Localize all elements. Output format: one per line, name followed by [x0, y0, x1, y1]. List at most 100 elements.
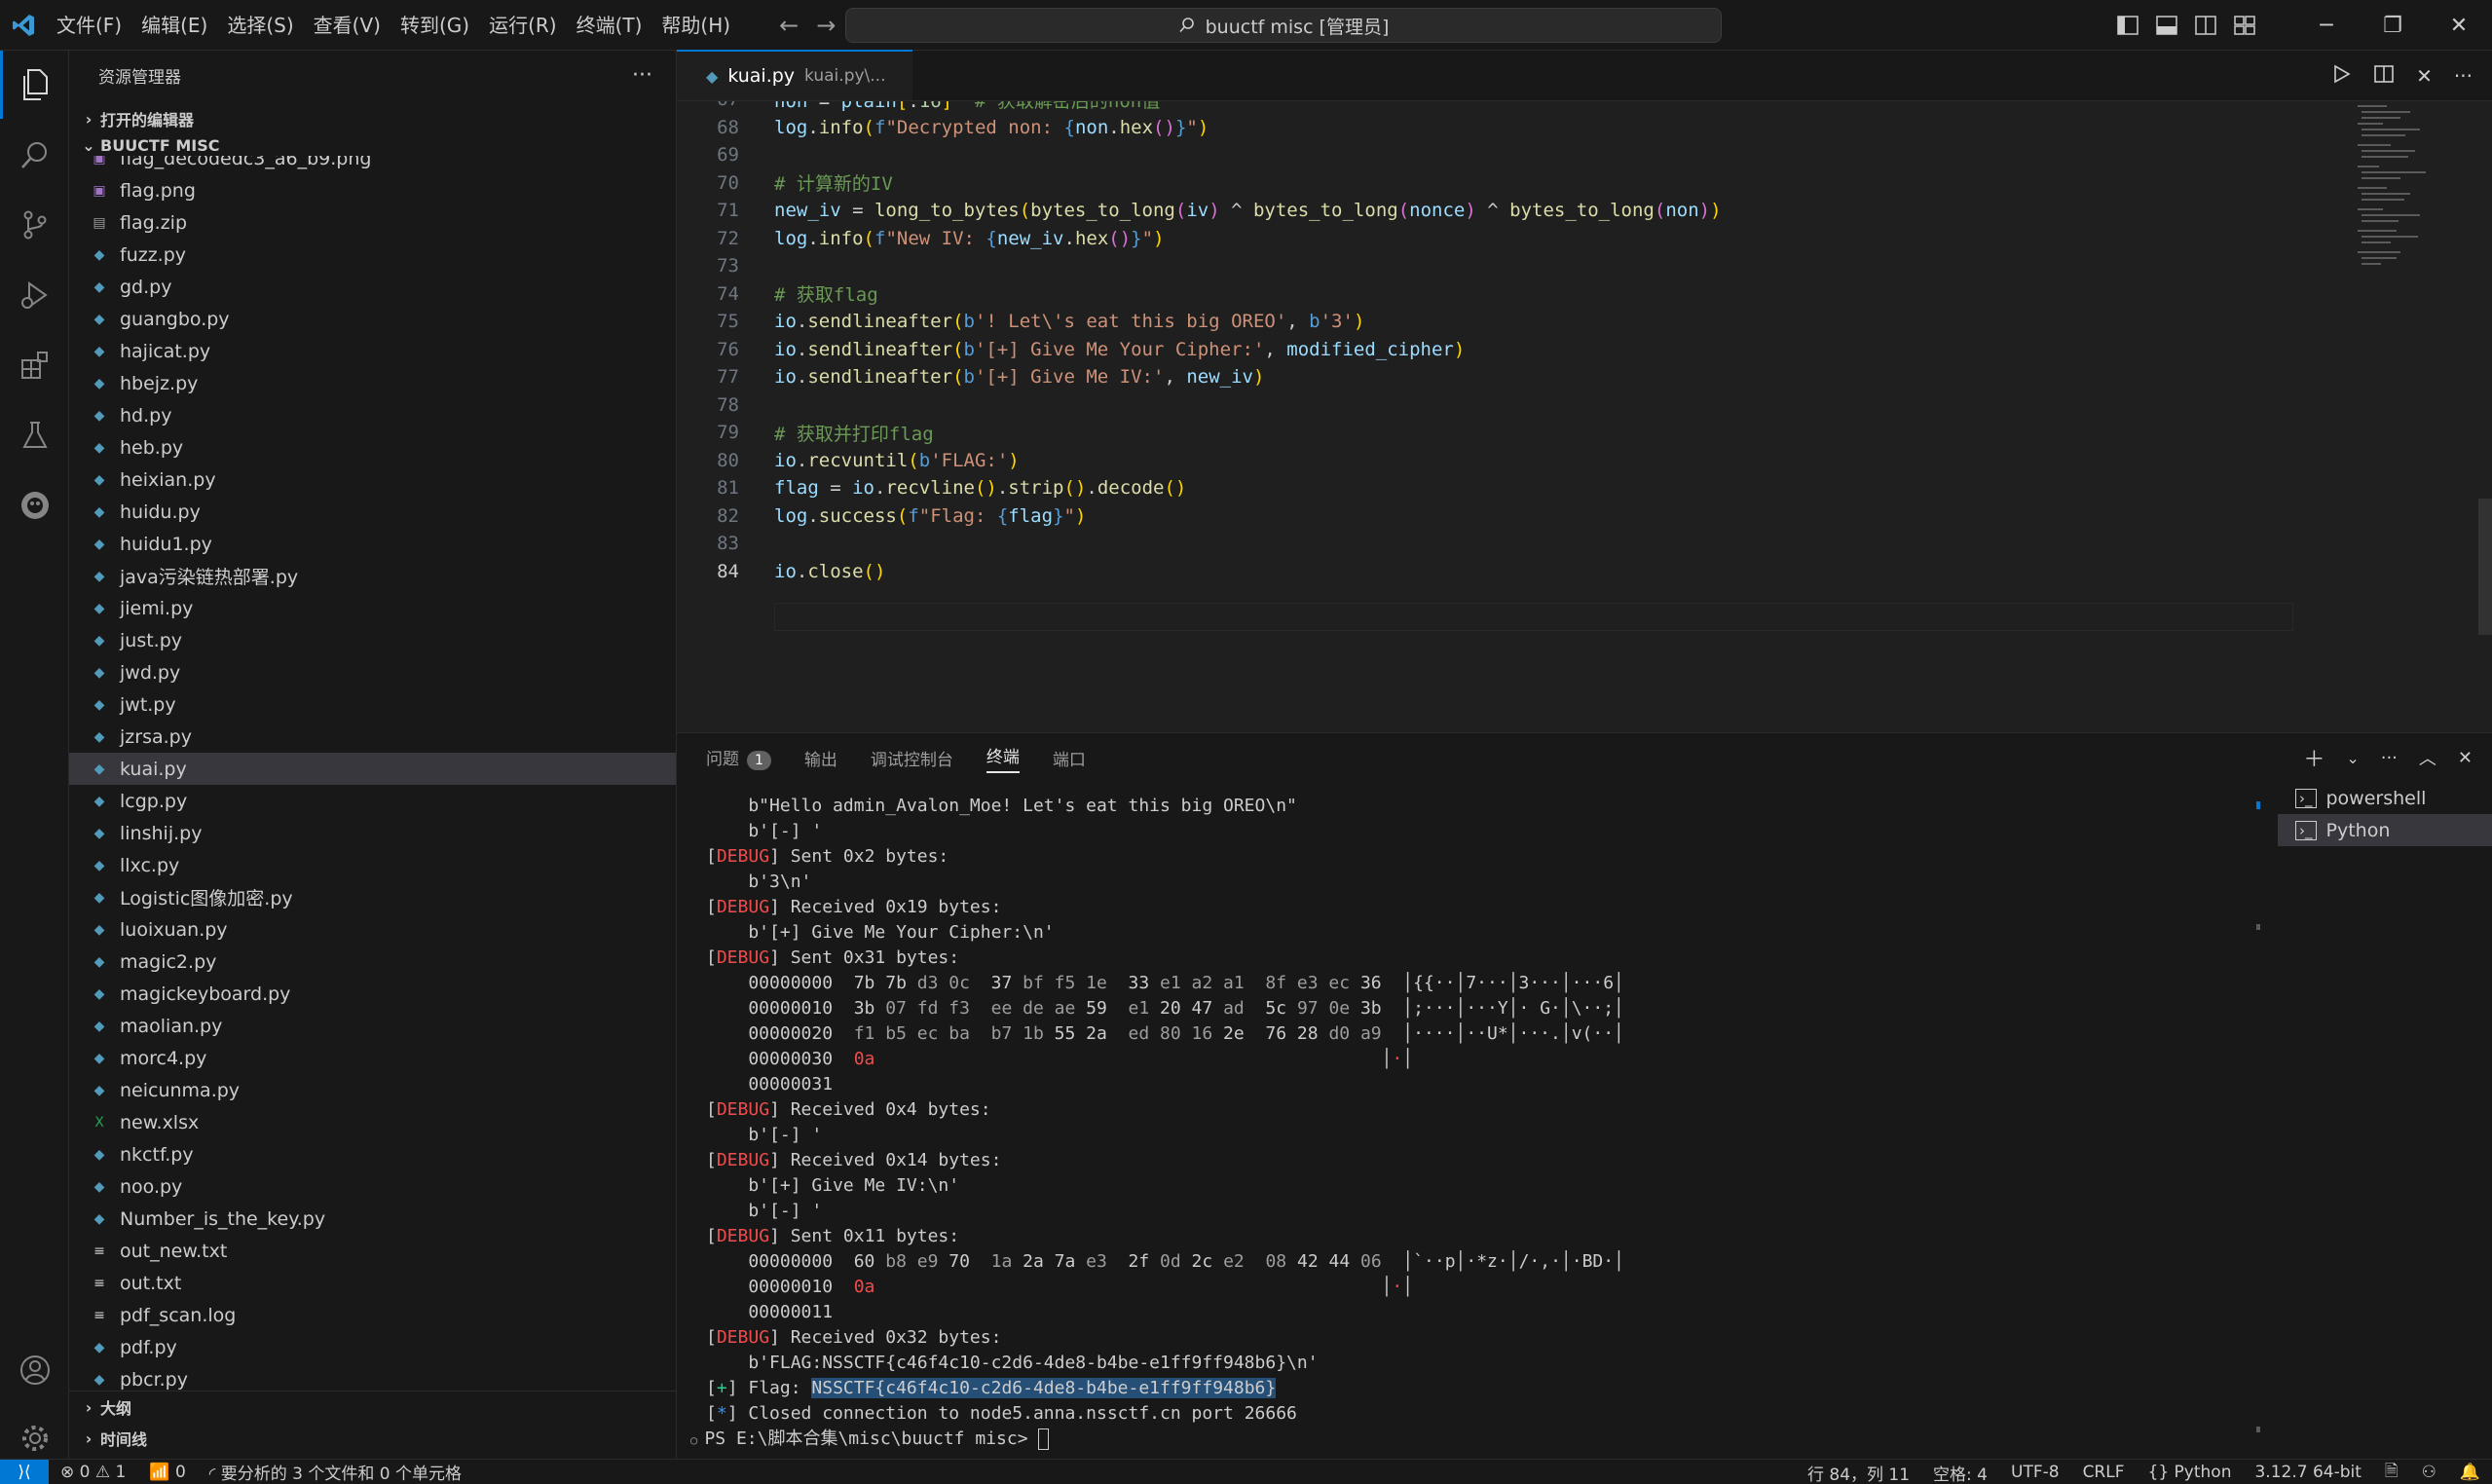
problems-status[interactable]: ⊗ 0 ⚠ 1: [49, 1463, 137, 1482]
copilot-icon[interactable]: ⚇: [2410, 1463, 2448, 1482]
terminal-output[interactable]: b"Hello admin_Avalon_Moe! Let's eat this…: [677, 794, 2254, 1460]
file-item[interactable]: ▤ flag.zip: [69, 206, 676, 239]
minimap[interactable]: [2356, 101, 2453, 315]
forward-arrow-icon[interactable]: →: [816, 12, 836, 39]
menu-file[interactable]: 文件(F): [47, 0, 131, 51]
terminal-scrollbar[interactable]: [2254, 794, 2262, 1456]
terminal-dropdown-icon[interactable]: ⌄: [2346, 749, 2359, 767]
file-item[interactable]: ≡ pdf_scan.log: [69, 1299, 676, 1331]
file-item[interactable]: Xnew.xlsx: [69, 1106, 676, 1138]
file-item[interactable]: ◆ gd.py: [69, 271, 676, 303]
split-editor-icon[interactable]: [2373, 63, 2395, 89]
tab-kuai-py[interactable]: ◆ kuai.py kuai.py\...: [677, 50, 913, 100]
terminal-item-powershell[interactable]: ›_ powershell: [2278, 782, 2492, 814]
file-item[interactable]: ◆ luoixuan.py: [69, 913, 676, 946]
notifications-bell-icon[interactable]: 🔔: [2448, 1463, 2492, 1482]
tab-debug-console[interactable]: 调试控制台: [871, 746, 953, 770]
file-item[interactable]: ◆ jzrsa.py: [69, 721, 676, 753]
extensions-icon[interactable]: [0, 331, 69, 399]
file-item[interactable]: ◆ guangbo.py: [69, 303, 676, 335]
file-item[interactable]: ◆ linshij.py: [69, 817, 676, 849]
search-view-icon[interactable]: [0, 121, 69, 189]
line-ending[interactable]: CRLF: [2071, 1463, 2137, 1482]
file-item[interactable]: ◆ magickeyboard.py: [69, 978, 676, 1010]
restore-icon[interactable]: ❐: [2360, 0, 2426, 51]
toggle-primary-sidebar-icon[interactable]: [2108, 0, 2147, 51]
menu-selection[interactable]: 选择(S): [217, 0, 303, 51]
ports-status[interactable]: 📶 0: [137, 1463, 197, 1482]
command-center-search[interactable]: buuctf misc [管理员]: [845, 8, 1722, 43]
file-item[interactable]: ◆ fuzz.py: [69, 239, 676, 271]
indentation[interactable]: 空格: 4: [1921, 1461, 1999, 1484]
timeline-section[interactable]: › 时间线: [69, 1423, 676, 1454]
tab-output[interactable]: 输出: [804, 746, 837, 770]
file-item[interactable]: ◆ jiemi.py: [69, 592, 676, 624]
file-item[interactable]: ◆ huidu.py: [69, 496, 676, 528]
menu-help[interactable]: 帮助(H): [651, 0, 740, 51]
remote-explorer-icon[interactable]: [0, 471, 69, 539]
file-item[interactable]: ≡ out.txt: [69, 1267, 676, 1299]
remote-indicator-icon[interactable]: ⟩⟨: [0, 1459, 49, 1484]
new-terminal-icon[interactable]: ＋: [2303, 742, 2325, 773]
file-item[interactable]: ◆ noo.py: [69, 1170, 676, 1203]
more-actions-icon[interactable]: ···: [2454, 64, 2473, 88]
menu-edit[interactable]: 编辑(E): [131, 0, 217, 51]
language-mode[interactable]: {} Python: [2137, 1463, 2244, 1482]
file-item[interactable]: ◆ nkctf.py: [69, 1138, 676, 1170]
tab-ports[interactable]: 端口: [1053, 746, 1086, 770]
menu-view[interactable]: 查看(V): [304, 0, 391, 51]
file-item[interactable]: ◆ heixian.py: [69, 464, 676, 496]
cursor-position[interactable]: 行 84，列 11: [1796, 1461, 1921, 1484]
file-item[interactable]: ◆ just.py: [69, 624, 676, 656]
outline-section[interactable]: › 大纲: [69, 1391, 676, 1423]
toggle-secondary-sidebar-icon[interactable]: [2186, 0, 2225, 51]
file-item[interactable]: ▣ flag.png: [69, 174, 676, 206]
code-editor[interactable]: 67 non = plain[:16] # 获取解密后的non值 68 log.inf…: [677, 101, 2352, 732]
file-item[interactable]: ◆ hbejz.py: [69, 367, 676, 399]
maximize-panel-icon[interactable]: ︿: [2419, 745, 2436, 770]
menu-go[interactable]: 转到(G): [391, 0, 479, 51]
back-arrow-icon[interactable]: ←: [779, 12, 799, 39]
close-window-icon[interactable]: ✕: [2426, 0, 2492, 51]
source-control-icon[interactable]: [0, 191, 69, 259]
accounts-icon[interactable]: [0, 1336, 69, 1404]
tab-problems[interactable]: 问题 1: [706, 745, 771, 770]
explorer-icon[interactable]: [0, 51, 69, 119]
python-interpreter[interactable]: 3.12.7 64-bit: [2243, 1463, 2372, 1482]
editor-scrollbar[interactable]: [2478, 499, 2492, 635]
encoding[interactable]: UTF-8: [1999, 1463, 2071, 1482]
testing-flask-icon[interactable]: [0, 401, 69, 469]
menu-terminal[interactable]: 终端(T): [567, 0, 652, 51]
run-debug-icon[interactable]: [0, 261, 69, 329]
analysis-status[interactable]: ◜ 要分析的 3 个文件和 0 个单元格: [198, 1460, 473, 1484]
file-item[interactable]: ◆ magic2.py: [69, 946, 676, 978]
close-panel-icon[interactable]: ✕: [2458, 748, 2473, 768]
run-file-icon[interactable]: [2330, 63, 2352, 89]
file-item[interactable]: ◆ java污染链热部署.py: [69, 560, 676, 592]
file-item[interactable]: ◆ jwd.py: [69, 656, 676, 688]
more-actions-icon[interactable]: ···: [2381, 748, 2398, 768]
file-item[interactable]: ◆ jwt.py: [69, 688, 676, 721]
file-item[interactable]: ◆ kuai.py: [69, 753, 676, 785]
file-item[interactable]: ◆ llxc.py: [69, 849, 676, 881]
file-item[interactable]: ◆ hd.py: [69, 399, 676, 431]
file-item[interactable]: ◆ pdf.py: [69, 1331, 676, 1363]
file-item[interactable]: ◆ Number_is_the_key.py: [69, 1203, 676, 1235]
more-actions-icon[interactable]: ···: [632, 63, 652, 88]
file-item[interactable]: ◆ heb.py: [69, 431, 676, 464]
file-item[interactable]: ≡ out_new.txt: [69, 1235, 676, 1267]
file-item[interactable]: ◆ Logistic图像加密.py: [69, 881, 676, 913]
file-item[interactable]: ◆ lcgp.py: [69, 785, 676, 817]
file-item[interactable]: ◆ huidu1.py: [69, 528, 676, 560]
open-editors-section[interactable]: › 打开的编辑器: [69, 103, 676, 134]
file-item[interactable]: ▣ flag_decodedc3_a6_b9.png: [69, 156, 676, 174]
file-item[interactable]: ◆ neicunma.py: [69, 1074, 676, 1106]
folder-section[interactable]: ⌄ BUUCTF MISC: [69, 134, 676, 156]
menu-run[interactable]: 运行(R): [479, 0, 567, 51]
toggle-panel-icon[interactable]: [2147, 0, 2186, 51]
tab-terminal[interactable]: 终端: [986, 743, 1020, 773]
file-item[interactable]: ◆ hajicat.py: [69, 335, 676, 367]
customize-layout-icon[interactable]: [2225, 0, 2264, 51]
terminal-item-python[interactable]: ›_ Python: [2278, 814, 2492, 846]
minimize-icon[interactable]: ─: [2293, 0, 2360, 51]
